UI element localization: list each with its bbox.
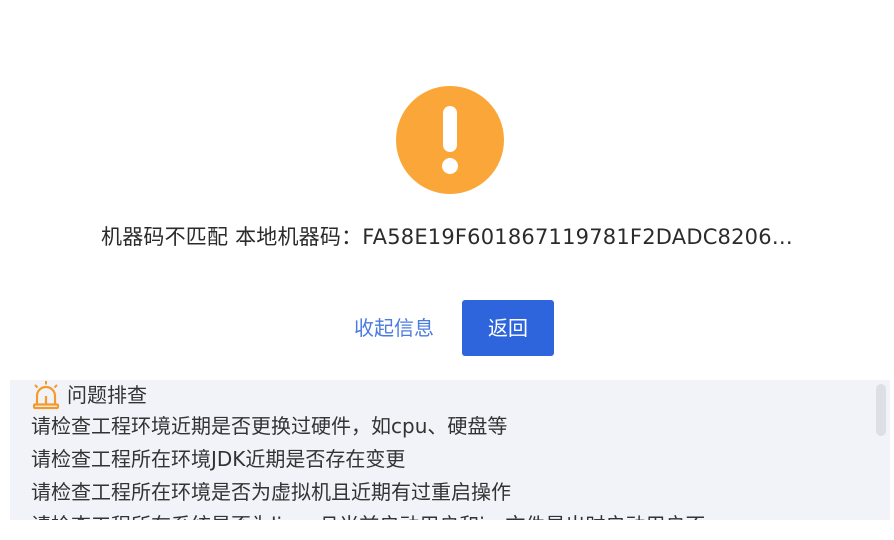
troubleshoot-title: 问题排查 — [67, 383, 147, 407]
back-button[interactable]: 返回 — [462, 300, 554, 356]
tip-item: 请检查工程所在系统是否为linux且当前启动用户和jar文件是出时启动用户不 — [31, 509, 851, 520]
troubleshoot-content: 问题排查 请检查工程环境近期是否更换过硬件，如cpu、硬盘等 请检查工程所在环境… — [31, 380, 851, 520]
troubleshoot-panel[interactable]: 问题排查 请检查工程环境近期是否更换过硬件，如cpu、硬盘等 请检查工程所在环境… — [10, 380, 890, 520]
error-message: 机器码不匹配 本地机器码：FA58E19F601867119781F2DADC8… — [101, 225, 793, 249]
alarm-light-icon — [32, 381, 60, 410]
error-page: 机器码不匹配 本地机器码：FA58E19F601867119781F2DADC8… — [0, 0, 894, 540]
troubleshoot-header: 问题排查 — [31, 380, 851, 410]
tip-item: 请检查工程所在环境JDK近期是否存在变更 — [31, 447, 406, 471]
collapse-info-button[interactable]: 收起信息 — [340, 300, 448, 356]
action-bar: 收起信息 返回 — [0, 300, 894, 356]
tip-item: 请检查工程环境近期是否更换过硬件，如cpu、硬盘等 — [31, 414, 508, 438]
tip-item: 请检查工程所在环境是否为虚拟机且近期有过重启操作 — [31, 480, 511, 504]
panel-scrollbar[interactable] — [876, 384, 886, 436]
exclamation-circle-icon — [396, 86, 504, 194]
